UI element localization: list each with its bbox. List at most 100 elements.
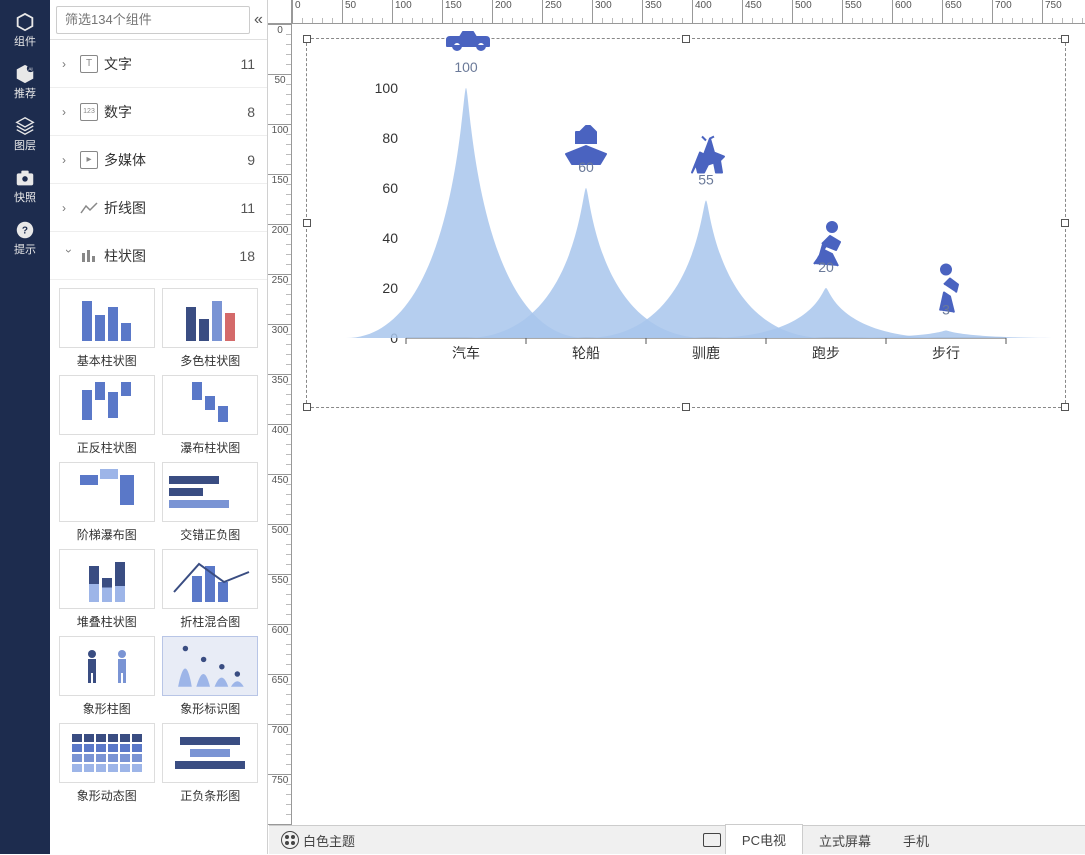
resize-handle-e[interactable] [1061, 219, 1069, 227]
media-icon: ▸ [80, 151, 98, 169]
svg-text:60: 60 [578, 159, 594, 175]
bar-chart-icon [80, 247, 98, 265]
theme-selector[interactable]: 白色主题 [269, 831, 367, 850]
resize-handle-ne[interactable] [1061, 35, 1069, 43]
category-bar[interactable]: › 柱状图 18 [50, 232, 267, 280]
resize-handle-nw[interactable] [303, 35, 311, 43]
svg-text:汽车: 汽车 [452, 345, 480, 361]
line-chart-icon [80, 199, 98, 217]
canvas-stage[interactable]: 020406080100100汽车60轮船55驯鹿20跑步3步行 [292, 24, 1085, 824]
resize-handle-w[interactable] [303, 219, 311, 227]
text-icon: T [80, 55, 98, 73]
thumb-label: 多色柱状图 [180, 352, 240, 369]
svg-text:20: 20 [382, 280, 398, 296]
thumb-label: 正负条形图 [180, 787, 240, 804]
rail-label: 快照 [14, 189, 36, 205]
rail-label: 组件 [14, 33, 36, 49]
cube-icon [14, 11, 36, 33]
category-media[interactable]: › ▸ 多媒体 9 [50, 136, 267, 184]
tip-icon: ? [14, 219, 36, 241]
ruler-corner [268, 0, 292, 24]
pictorial-chart[interactable]: 020406080100100汽车60轮船55驯鹿20跑步3步行 [346, 78, 1026, 373]
device-phone[interactable]: 手机 [887, 826, 945, 855]
theme-label: 白色主题 [303, 831, 355, 850]
thumb-waterfall[interactable]: 瀑布柱状图 [162, 375, 260, 456]
svg-text:跑步: 跑步 [812, 345, 840, 361]
resize-handle-n[interactable] [682, 35, 690, 43]
thumb-label: 正反柱状图 [77, 439, 137, 456]
chart-svg: 020406080100100汽车60轮船55驯鹿20跑步3步行 [346, 78, 1026, 368]
svg-text:60: 60 [382, 180, 398, 196]
svg-text:AI: AI [28, 66, 32, 71]
device-icon [703, 833, 721, 847]
cube-ai-icon: AI [14, 63, 36, 85]
svg-text:步行: 步行 [932, 345, 960, 361]
category-label: 多媒体 [104, 150, 247, 170]
category-text[interactable]: › T 文字 11 [50, 40, 267, 88]
thumb-pos-neg-bar[interactable]: 正反柱状图 [58, 375, 156, 456]
chevron-right-icon: › [62, 153, 76, 167]
thumb-label: 交错正负图 [180, 526, 240, 543]
chevron-right-icon: › [62, 201, 76, 215]
thumb-step-waterfall[interactable]: 阶梯瀑布图 [58, 462, 156, 543]
category-label: 文字 [104, 54, 240, 74]
category-line[interactable]: › 折线图 11 [50, 184, 267, 232]
layers-icon [14, 115, 36, 137]
thumb-stacked-bar[interactable]: 堆叠柱状图 [58, 549, 156, 630]
chevron-down-icon: › [62, 249, 76, 263]
thumb-picto-bar[interactable]: 象形柱图 [58, 636, 156, 717]
category-number[interactable]: › 123 数字 8 [50, 88, 267, 136]
svg-text:100: 100 [454, 59, 478, 75]
thumb-label: 堆叠柱状图 [77, 613, 137, 630]
rail-snapshot[interactable]: 快照 [0, 160, 50, 212]
thumb-label: 瀑布柱状图 [180, 439, 240, 456]
rail-tip[interactable]: ? 提示 [0, 212, 50, 264]
device-label: PC电视 [742, 830, 786, 849]
thumb-picto-marker[interactable]: 象形标识图 [162, 636, 260, 717]
category-count: 9 [247, 152, 255, 168]
thumb-label: 象形动态图 [77, 787, 137, 804]
thumb-pos-neg-hbar[interactable]: 正负条形图 [162, 723, 260, 804]
thumb-multi-color-bar[interactable]: 多色柱状图 [162, 288, 260, 369]
thumb-basic-bar[interactable]: 基本柱状图 [58, 288, 156, 369]
thumb-interleave[interactable]: 交错正负图 [162, 462, 260, 543]
ruler-horizontal[interactable]: 0501001502002503003504004505005506006507… [292, 0, 1085, 24]
category-list: › T 文字 11 › 123 数字 8 › ▸ 多媒体 9 › 折线图 11 … [50, 40, 267, 854]
search-input[interactable] [56, 6, 250, 34]
thumb-picto-dynamic[interactable]: /*filled below*/象形动态图 [58, 723, 156, 804]
svg-text:80: 80 [382, 130, 398, 146]
thumbnail-grid: 基本柱状图 多色柱状图 正反柱状图 瀑布柱状图 阶梯瀑布图 交错正负图 堆叠柱状… [50, 280, 267, 812]
device-vertical[interactable]: 立式屏幕 [803, 826, 887, 855]
ruler-vertical[interactable]: 0501001502002503003504004505005506006507… [268, 24, 292, 854]
chevron-double-left-icon: « [254, 11, 263, 29]
collapse-panel-button[interactable]: « [254, 9, 263, 31]
category-label: 柱状图 [104, 246, 239, 266]
thumb-label: 折柱混合图 [180, 613, 240, 630]
rail-label: 提示 [14, 241, 36, 257]
canvas-area: 0501001502002503003504004505005506006507… [268, 0, 1085, 854]
resize-handle-sw[interactable] [303, 403, 311, 411]
rail-recommend[interactable]: AI 推荐 [0, 56, 50, 108]
rail-components[interactable]: 组件 [0, 4, 50, 56]
rail-layers[interactable]: 图层 [0, 108, 50, 160]
svg-text:?: ? [22, 226, 28, 237]
chevron-right-icon: › [62, 105, 76, 119]
device-label: 立式屏幕 [819, 831, 871, 850]
resize-handle-s[interactable] [682, 403, 690, 411]
device-label: 手机 [903, 831, 929, 850]
rail-label: 图层 [14, 137, 36, 153]
thumb-bar-line-combo[interactable]: 折柱混合图 [162, 549, 260, 630]
thumb-label: 象形标识图 [180, 700, 240, 717]
device-pc[interactable]: PC电视 [725, 824, 803, 854]
thumb-label: 基本柱状图 [77, 352, 137, 369]
resize-handle-se[interactable] [1061, 403, 1069, 411]
svg-text:55: 55 [698, 172, 714, 188]
svg-text:轮船: 轮船 [572, 345, 600, 361]
svg-text:100: 100 [375, 80, 399, 96]
svg-text:驯鹿: 驯鹿 [692, 345, 720, 361]
category-label: 数字 [104, 102, 247, 122]
category-count: 11 [240, 200, 255, 216]
bottom-bar: 白色主题 PC电视 立式屏幕 手机 [269, 825, 1085, 854]
left-rail: 组件 AI 推荐 图层 快照 ? 提示 [0, 0, 50, 854]
camera-icon [14, 167, 36, 189]
